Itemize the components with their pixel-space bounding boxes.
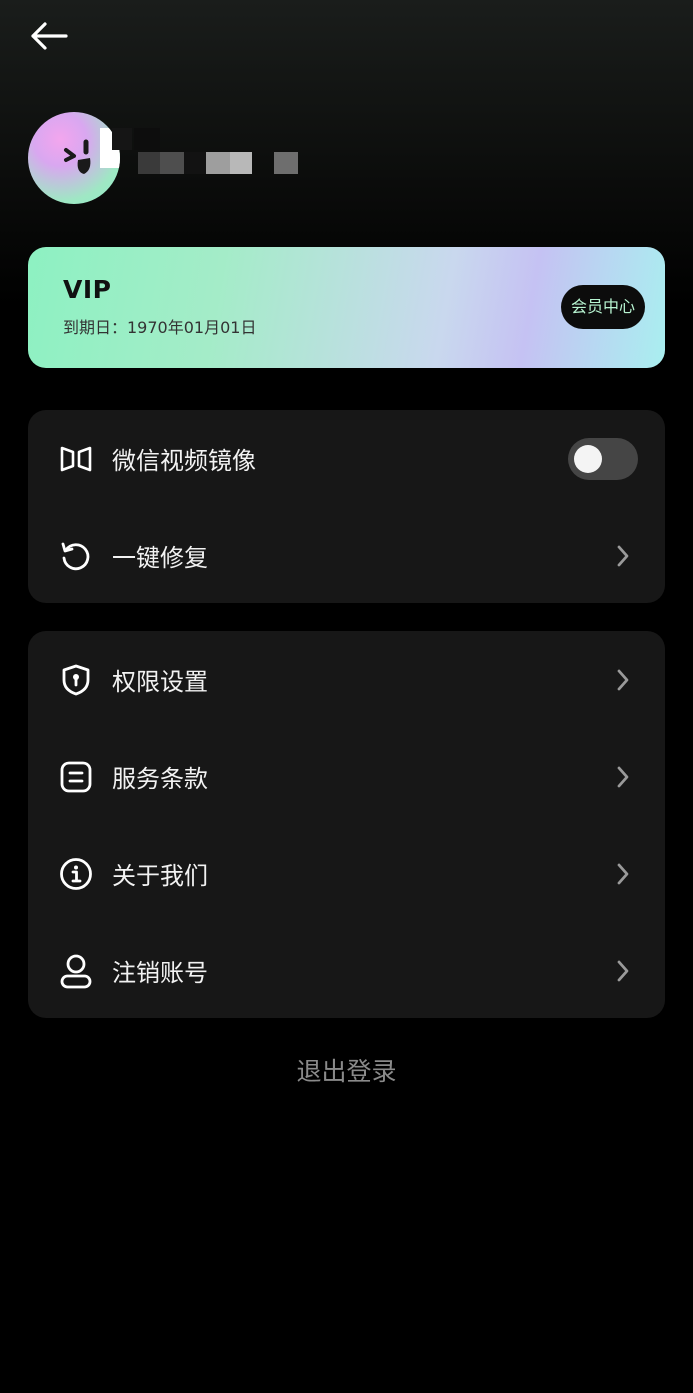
arrow-left-icon [31, 22, 68, 50]
settings-row-wechat-mirror: 微信视频镜像 [28, 410, 665, 507]
settings-row-about[interactable]: 关于我们 [28, 825, 665, 922]
settings-row-label: 关于我们 [112, 862, 208, 890]
avatar[interactable] [28, 112, 120, 204]
mirror-icon [58, 441, 94, 477]
settings-row-label: 一键修复 [112, 544, 208, 572]
smiley-avatar-icon [64, 128, 120, 174]
vip-title: VIP [63, 275, 112, 304]
refresh-icon [58, 538, 94, 574]
back-button[interactable] [28, 14, 76, 58]
chevron-right-icon [613, 666, 633, 694]
chevron-right-icon [613, 542, 633, 570]
wechat-mirror-toggle[interactable] [568, 437, 638, 480]
settings-card-secondary: 权限设置 服务条款 关于我们 注销账号 [28, 631, 665, 1018]
settings-row-label: 服务条款 [112, 765, 208, 793]
chevron-right-icon [613, 957, 633, 985]
toggle-knob [574, 444, 602, 473]
settings-row-permissions[interactable]: 权限设置 [28, 631, 665, 728]
settings-row-delete-account[interactable]: 注销账号 [28, 922, 665, 1019]
shield-icon [58, 662, 94, 698]
chevron-right-icon [613, 763, 633, 791]
settings-page: VIP 到期日：1970年01月01日 会员中心 微信视频镜像 一键修复 权限设… [0, 0, 693, 1393]
vip-expire-date: 到期日：1970年01月01日 [63, 318, 257, 337]
settings-card-primary: 微信视频镜像 一键修复 [28, 410, 665, 603]
settings-row-terms[interactable]: 服务条款 [28, 728, 665, 825]
settings-row-label: 微信视频镜像 [112, 447, 256, 475]
settings-row-label: 权限设置 [112, 668, 208, 696]
user-icon [58, 953, 94, 989]
username-redacted [112, 128, 312, 188]
settings-row-label: 注销账号 [112, 959, 208, 987]
member-center-button[interactable]: 会员中心 [560, 285, 645, 329]
chevron-right-icon [613, 860, 633, 888]
document-icon [58, 759, 94, 795]
logout-button[interactable]: 退出登录 [0, 1052, 693, 1088]
settings-row-one-click-repair[interactable]: 一键修复 [28, 507, 665, 604]
info-icon [58, 856, 94, 892]
vip-card[interactable]: VIP 到期日：1970年01月01日 会员中心 [28, 247, 665, 368]
